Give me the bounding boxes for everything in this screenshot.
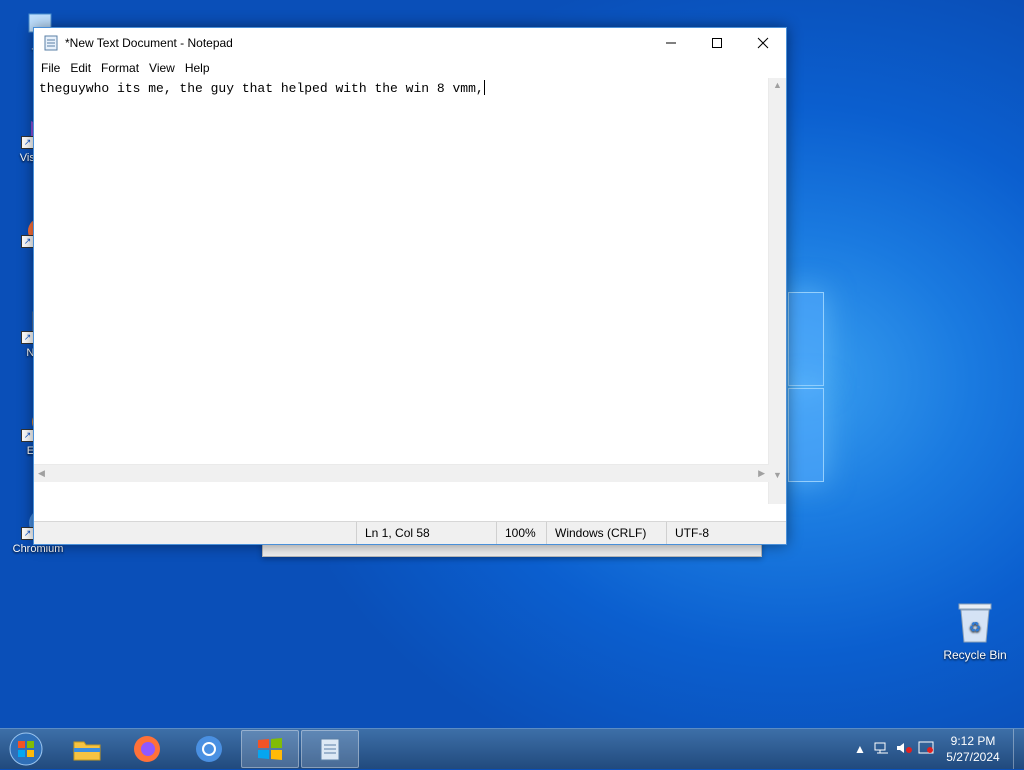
folder-icon — [73, 741, 101, 761]
scroll-up-icon[interactable]: ▲ — [773, 80, 782, 90]
maximize-button[interactable] — [694, 28, 740, 58]
title-bar[interactable]: *New Text Document - Notepad — [34, 28, 786, 58]
status-cursor-position: Ln 1, Col 58 — [356, 522, 496, 544]
window-title: *New Text Document - Notepad — [65, 36, 233, 50]
notepad-icon — [320, 738, 340, 761]
horizontal-scrollbar[interactable]: ◀ ▶ — [34, 464, 769, 482]
menu-bar: File Edit Format View Help — [34, 58, 786, 78]
status-bar: Ln 1, Col 58 100% Windows (CRLF) UTF-8 — [34, 521, 786, 544]
show-hidden-icons-icon[interactable]: ▲ — [849, 742, 871, 756]
clock-time: 9:12 PM — [950, 734, 996, 748]
notepad-app-icon — [43, 35, 59, 51]
taskbar-clock[interactable]: 9:12 PM 5/27/2024 — [937, 733, 1009, 765]
menu-edit[interactable]: Edit — [65, 61, 96, 75]
windows-orb-icon — [9, 732, 43, 766]
firefox-icon — [134, 736, 160, 762]
taskbar-file-explorer[interactable] — [58, 730, 116, 768]
clock-date: 5/27/2024 — [946, 750, 1000, 764]
chromium-icon — [196, 736, 222, 762]
menu-help[interactable]: Help — [180, 61, 215, 75]
minimize-icon — [666, 42, 676, 44]
taskbar-chromium[interactable] — [180, 730, 238, 768]
scroll-right-icon[interactable]: ▶ — [758, 468, 765, 479]
action-center-icon[interactable] — [915, 741, 937, 758]
status-encoding: UTF-8 — [666, 522, 786, 544]
recycle-bin-icon: ♻ — [955, 600, 995, 644]
text-editor[interactable]: theguywho its me, the guy that helped wi… — [34, 78, 786, 504]
taskbar-notepad[interactable] — [301, 730, 359, 768]
status-zoom: 100% — [496, 522, 546, 544]
status-spacer — [34, 522, 356, 544]
scroll-down-icon[interactable]: ▼ — [773, 470, 782, 480]
taskbar: ▲ 9:12 PM 5/27/2024 — [0, 728, 1024, 769]
volume-muted-icon[interactable] — [893, 741, 915, 758]
taskbar-windows-app[interactable] — [241, 730, 299, 768]
system-tray: ▲ 9:12 PM 5/27/2024 — [849, 729, 1024, 769]
editor-content[interactable]: theguywho its me, the guy that helped wi… — [39, 80, 768, 96]
status-line-ending: Windows (CRLF) — [546, 522, 666, 544]
start-button[interactable] — [5, 731, 47, 767]
windows-flag-icon — [258, 738, 282, 760]
text-caret — [483, 80, 485, 95]
close-button[interactable] — [740, 28, 786, 58]
editor-text: theguywho its me, the guy that helped wi… — [39, 81, 484, 96]
desktop-icon-recycle-bin[interactable]: ♻ Recycle Bin — [938, 600, 1012, 662]
menu-file[interactable]: File — [36, 61, 65, 75]
close-icon — [757, 37, 769, 49]
scroll-left-icon[interactable]: ◀ — [38, 468, 45, 479]
recycle-bin-label: Recycle Bin — [943, 648, 1007, 662]
menu-format[interactable]: Format — [96, 61, 144, 75]
maximize-icon — [712, 38, 722, 48]
svg-text:♻: ♻ — [969, 620, 982, 636]
menu-view[interactable]: View — [144, 61, 180, 75]
minimize-button[interactable] — [648, 28, 694, 58]
notepad-window: *New Text Document - Notepad File Edit F… — [33, 27, 787, 545]
vertical-scrollbar[interactable]: ▲ ▼ — [768, 78, 786, 504]
taskbar-firefox[interactable] — [118, 730, 176, 768]
show-desktop-button[interactable] — [1013, 729, 1024, 769]
network-icon[interactable] — [871, 741, 893, 758]
